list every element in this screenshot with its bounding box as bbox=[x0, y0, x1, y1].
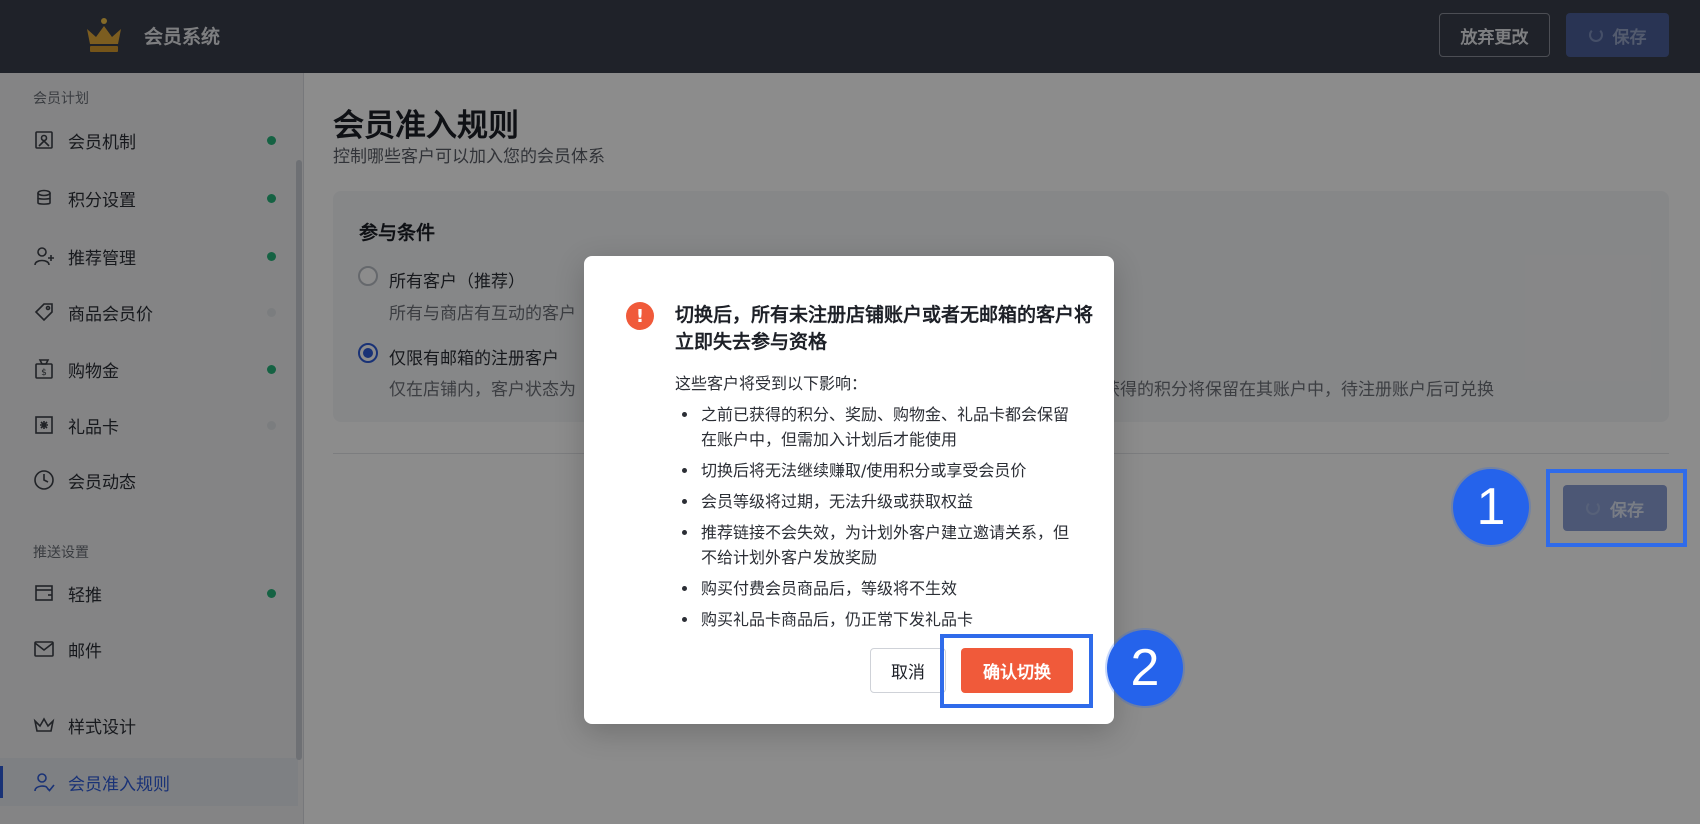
highlight-box-1 bbox=[1546, 469, 1687, 547]
list-item: 购买礼品卡商品后，仍正常下发礼品卡 bbox=[675, 607, 1080, 632]
dialog-impact-list: 之前已获得的积分、奖励、购物金、礼品卡都会保留在账户中，但需加入计划后才能使用 … bbox=[675, 402, 1080, 638]
annotation-badge-1: 1 bbox=[1453, 469, 1529, 545]
highlight-box-2 bbox=[940, 634, 1093, 708]
cancel-button[interactable]: 取消 bbox=[870, 648, 946, 693]
list-item: 购买付费会员商品后，等级将不生效 bbox=[675, 576, 1080, 601]
dialog-title: 切换后，所有未注册店铺账户或者无邮箱的客户将立即失去参与资格 bbox=[675, 304, 1094, 353]
list-item: 推荐链接不会失效，为计划外客户建立邀请关系，但不给计划外客户发放奖励 bbox=[675, 520, 1080, 570]
list-item: 会员等级将过期，无法升级或获取权益 bbox=[675, 489, 1080, 514]
list-item: 切换后将无法继续赚取/使用积分或享受会员价 bbox=[675, 458, 1080, 483]
dialog-intro: 这些客户将受到以下影响： bbox=[675, 374, 868, 393]
list-item: 之前已获得的积分、奖励、购物金、礼品卡都会保留在账户中，但需加入计划后才能使用 bbox=[675, 402, 1080, 452]
warning-icon: ! bbox=[626, 302, 654, 330]
annotation-badge-2: 2 bbox=[1107, 630, 1183, 706]
